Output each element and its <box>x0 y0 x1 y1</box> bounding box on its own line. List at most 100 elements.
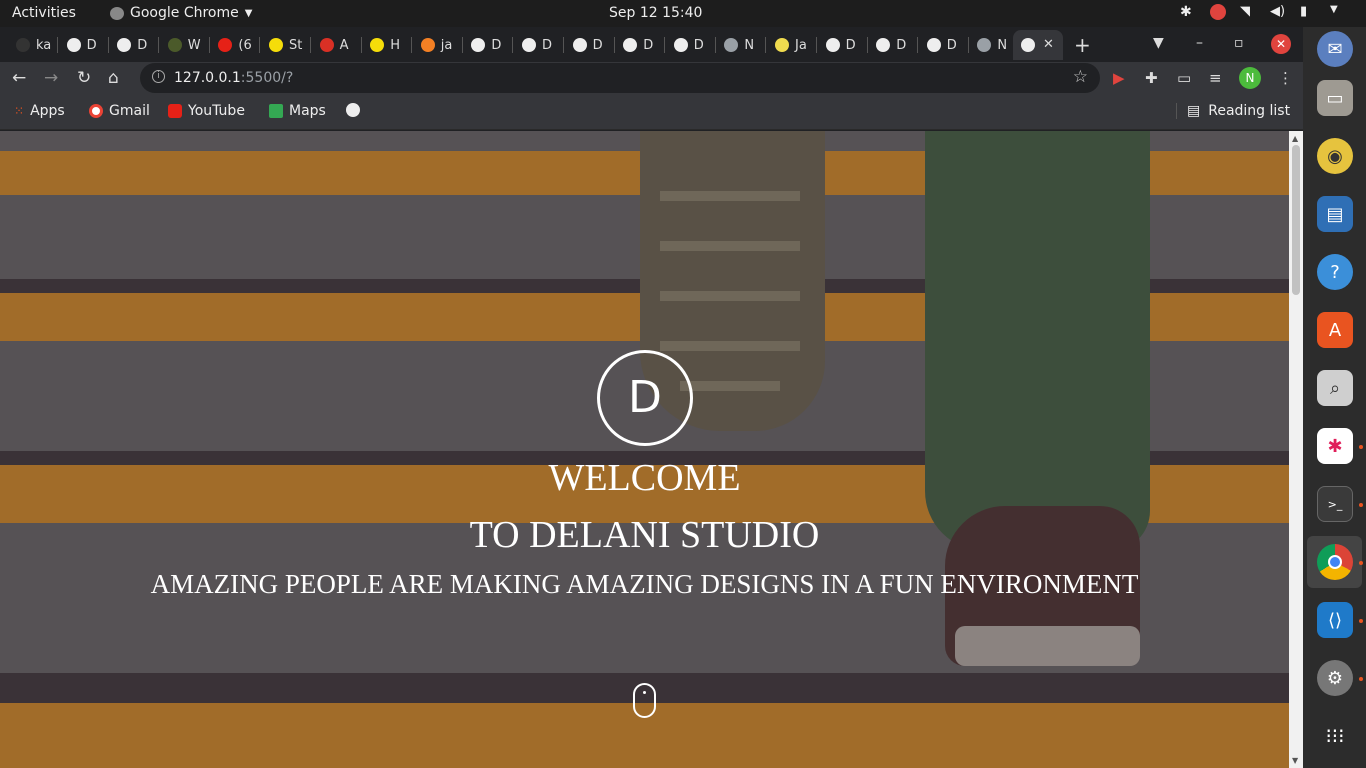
tab-search-icon[interactable]: ▼ <box>1153 35 1164 51</box>
minimize-button[interactable]: – <box>1196 35 1203 51</box>
bookmark-star-icon[interactable]: ☆ <box>1073 67 1088 87</box>
browser-tab[interactable]: St <box>261 30 311 60</box>
wifi-icon[interactable]: ◥ <box>1240 4 1256 20</box>
browser-tab[interactable]: D <box>615 30 666 60</box>
window-close-button[interactable]: ✕ <box>1271 34 1291 54</box>
tab-strip: ka D D W (6 St A Hja D D D D D N Ja D D D N ✕ + ▼ – ▫ ✕ <box>0 27 1303 62</box>
scroll-down-arrow-icon[interactable]: ▼ <box>1292 756 1298 765</box>
chevron-down-icon: ▼ <box>244 7 253 19</box>
bookmark-apps[interactable]: ⁙ Apps <box>14 103 65 119</box>
reading-list-label: Reading list <box>1208 103 1291 119</box>
browser-tab[interactable]: A <box>312 30 362 60</box>
tab-favicon-icon <box>66 38 81 52</box>
reading-list-button[interactable]: ▤ Reading list <box>1176 103 1290 119</box>
writer-icon[interactable]: ▤ <box>1317 196 1353 232</box>
system-top-bar: Activities Google Chrome ▼ Sep 12 15:40 … <box>0 0 1366 27</box>
show-apps-icon[interactable]: ⁝⁝⁝ <box>1317 718 1353 754</box>
browser-tab[interactable]: D <box>818 30 868 60</box>
browser-tab[interactable]: ka <box>8 30 58 60</box>
activities-button[interactable]: Activities <box>12 5 76 21</box>
hero-tagline: AMAZING PEOPLE ARE MAKING AMAZING DESIGN… <box>150 569 1139 599</box>
browser-tab[interactable]: D <box>59 30 109 60</box>
extensions-puzzle-icon[interactable]: ✚ <box>1145 69 1158 87</box>
thunderbird-icon[interactable]: ✉ <box>1317 31 1353 67</box>
help-icon[interactable]: ? <box>1317 254 1353 290</box>
page-viewport: D WELCOME TO DELANI STUDIO AMAZING PEOPL… <box>0 131 1289 768</box>
tab-favicon-icon <box>420 38 435 52</box>
address-bar[interactable]: i 127.0.0.1:5500/? ☆ <box>140 63 1100 93</box>
browser-tab[interactable]: D <box>565 30 615 60</box>
tab-title: D <box>845 37 856 53</box>
apps-grid-icon: ⁙ <box>14 104 25 118</box>
do-not-disturb-icon[interactable] <box>1210 4 1226 20</box>
clock[interactable]: Sep 12 15:40 <box>609 5 702 21</box>
system-tray[interactable]: ✱ ◥ ◀) ▮ ▼ <box>1180 4 1346 20</box>
battery-icon[interactable]: ▮ <box>1300 4 1316 20</box>
browser-tab[interactable]: N <box>716 30 767 60</box>
browser-tab[interactable]: H <box>362 30 413 60</box>
browser-tab[interactable]: D <box>868 30 919 60</box>
logo-badge[interactable]: D <box>597 350 693 446</box>
chrome-menu-icon[interactable]: ⋮ <box>1278 69 1293 87</box>
media-controls-icon[interactable]: ≡ <box>1209 69 1222 87</box>
browser-tab[interactable]: D <box>463 30 514 60</box>
power-menu-icon[interactable]: ▼ <box>1330 4 1346 20</box>
tab-title: (6 <box>238 37 252 53</box>
page-scrollbar[interactable]: ▲ ▼ <box>1289 131 1303 768</box>
forward-button[interactable]: → <box>44 68 58 88</box>
terminal-icon[interactable]: >_ <box>1317 486 1353 522</box>
slack-icon[interactable]: ✱ <box>1317 428 1353 464</box>
site-info-icon[interactable]: i <box>152 70 165 83</box>
bookmark-globe[interactable] <box>346 103 360 117</box>
maximize-button[interactable]: ▫ <box>1234 35 1244 51</box>
search-icon[interactable]: ⌕ <box>1317 370 1353 406</box>
browser-tab[interactable]: D <box>514 30 564 60</box>
tab-favicon-icon <box>370 38 385 52</box>
extension-record-icon[interactable]: ▶ <box>1113 69 1125 87</box>
tab-favicon-icon <box>926 38 941 52</box>
browser-tab[interactable]: (6 <box>210 30 261 60</box>
scroll-down-mouse-icon[interactable] <box>633 683 656 718</box>
ubuntu-dock: ✉ ▭ ◉ ▤ ? A ⌕ ✱ >_ ⟨⟩ ⚙ ⁝⁝⁝ <box>1303 27 1366 768</box>
app-menu[interactable]: Google Chrome ▼ <box>110 5 252 21</box>
bookmark-maps[interactable]: Maps <box>269 103 326 119</box>
tab-favicon-icon <box>724 38 739 52</box>
slack-tray-icon[interactable]: ✱ <box>1180 4 1196 20</box>
browser-tab[interactable]: ja <box>413 30 463 60</box>
settings-icon[interactable]: ⚙ <box>1317 660 1353 696</box>
files-icon[interactable]: ▭ <box>1317 80 1353 116</box>
bookmark-gmail[interactable]: Gmail <box>89 103 150 119</box>
vscode-icon[interactable]: ⟨⟩ <box>1317 602 1353 638</box>
reload-button[interactable]: ↻ <box>77 68 91 88</box>
scroll-up-arrow-icon[interactable]: ▲ <box>1292 134 1298 143</box>
browser-tab[interactable]: N <box>969 30 1020 60</box>
scrollbar-thumb[interactable] <box>1292 145 1300 295</box>
rhythmbox-icon[interactable]: ◉ <box>1317 138 1353 174</box>
tab-active[interactable]: ✕ <box>1013 30 1063 60</box>
browser-tab[interactable]: W <box>160 30 210 60</box>
tab-title: W <box>187 37 201 53</box>
new-tab-button[interactable]: + <box>1074 33 1091 57</box>
app-menu-label: Google Chrome <box>130 5 239 21</box>
tab-favicon-icon <box>825 38 840 52</box>
volume-icon[interactable]: ◀) <box>1270 4 1286 20</box>
software-icon[interactable]: A <box>1317 312 1353 348</box>
tab-favicon-icon <box>471 38 486 52</box>
tab-favicon-icon <box>218 38 233 52</box>
browser-tab[interactable]: D <box>919 30 969 60</box>
tab-title: D <box>86 37 97 53</box>
back-button[interactable]: ← <box>12 68 26 88</box>
url-text[interactable]: 127.0.0.1:5500/? <box>174 70 293 86</box>
hero-heading-line1: WELCOME <box>548 457 741 499</box>
close-tab-icon[interactable]: ✕ <box>1043 37 1054 52</box>
browser-tab[interactable]: D <box>109 30 160 60</box>
cast-icon[interactable]: ▭ <box>1177 69 1191 87</box>
bookmark-youtube[interactable]: YouTube <box>168 103 245 119</box>
browser-tab[interactable]: D <box>666 30 716 60</box>
tab-title: D <box>946 37 957 53</box>
home-button[interactable]: ⌂ <box>108 68 119 88</box>
hero-background-image <box>0 131 1289 768</box>
profile-avatar[interactable]: N <box>1239 67 1261 89</box>
browser-tab[interactable]: Ja <box>767 30 817 60</box>
chrome-icon[interactable] <box>1317 544 1353 580</box>
